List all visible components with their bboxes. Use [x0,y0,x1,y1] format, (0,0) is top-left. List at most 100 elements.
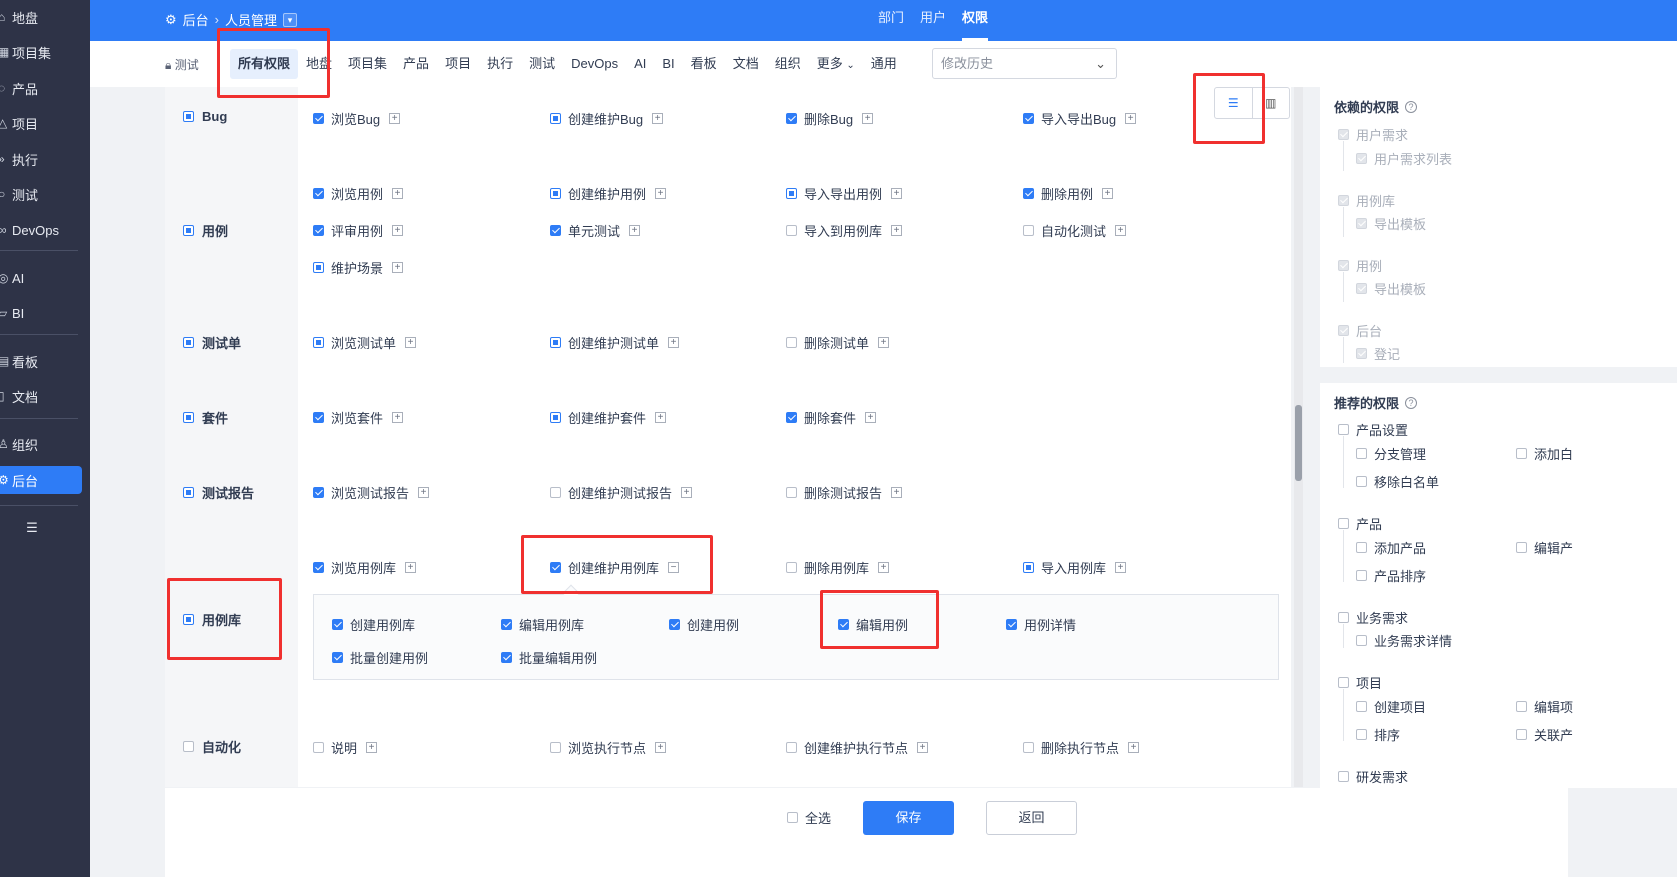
recommend-group[interactable]: 项目 [1338,673,1382,692]
perm-item[interactable]: 浏览执行节点 + [550,738,667,757]
perm-checkbox[interactable] [313,487,324,498]
category-checkbox[interactable] [183,741,194,752]
perm-checkbox[interactable] [786,225,797,236]
recommend-item[interactable]: 业务需求详情 [1356,631,1452,650]
perm-item[interactable]: 导入到用例库 + [786,221,903,240]
perm-checkbox[interactable] [1356,635,1367,646]
expand-plus-icon[interactable]: + [655,188,667,199]
perm-checkbox[interactable] [501,619,512,630]
recommend-item[interactable]: 编辑产 [1516,538,1573,557]
back-button[interactable]: 返回 [986,801,1077,835]
perm-item[interactable]: 删除套件 + [786,408,877,427]
category-automation[interactable]: 自动化 [183,737,241,756]
recommend-item[interactable]: 分支管理 [1356,444,1426,463]
expand-plus-icon[interactable]: + [366,742,378,753]
perm-item[interactable]: 浏览Bug + [313,109,401,128]
perm-checkbox[interactable] [1356,729,1367,740]
perm-checkbox[interactable] [1006,619,1017,630]
expand-plus-icon[interactable]: + [1102,188,1114,199]
perm-checkbox[interactable] [550,188,561,199]
recommend-item[interactable]: 产品排序 [1356,566,1426,585]
expand-plus-icon[interactable]: + [917,742,929,753]
perm-checkbox[interactable] [550,225,561,236]
perm-checkbox[interactable] [313,113,324,124]
expand-plus-icon[interactable]: + [1115,225,1127,236]
perm-checkbox[interactable] [786,188,797,199]
category-testtask[interactable]: 测试单 [183,333,241,352]
tab-permission[interactable]: 权限 [962,0,989,41]
perm-checkbox[interactable] [501,652,512,663]
expand-plus-icon[interactable]: + [668,337,680,348]
perm-checkbox[interactable] [550,487,561,498]
category-checkbox[interactable] [183,412,194,423]
sidebar-item-product[interactable]: ◌ 产品 [0,74,90,102]
expand-plus-icon[interactable]: + [652,113,664,124]
perm-item[interactable]: 浏览测试报告 + [313,483,430,502]
tab-kanban[interactable]: 看板 [683,49,725,79]
sidebar-item-project[interactable]: △ 项目 [0,109,90,137]
sidebar-item-bi[interactable]: ▱ BI [0,299,90,327]
perm-checkbox[interactable] [786,742,797,753]
sidebar-item-execution[interactable]: »执行 [0,145,90,173]
perm-checkbox[interactable] [1023,742,1034,753]
expand-plus-icon[interactable]: + [891,487,903,498]
perm-checkbox[interactable] [313,337,324,348]
expand-plus-icon[interactable]: + [405,337,417,348]
category-checkbox[interactable] [183,225,194,236]
perm-checkbox[interactable] [1338,677,1349,688]
tab-more[interactable]: 更多 ⌄ [809,49,863,79]
tab-execution[interactable]: 执行 [479,49,521,79]
sidebar-item-test[interactable]: ○ 测试 [0,180,90,208]
expand-plus-icon[interactable]: + [1128,742,1140,753]
perm-checkbox[interactable] [786,412,797,423]
sub-perm-item[interactable]: 创建用例 [669,615,739,634]
tab-general[interactable]: 通用 [863,49,905,79]
help-icon[interactable]: ? [1405,396,1418,409]
perm-checkbox[interactable] [1516,701,1527,712]
perm-checkbox[interactable] [313,412,324,423]
expand-plus-icon[interactable]: + [1125,113,1137,124]
perm-item[interactable]: 删除测试报告 + [786,483,903,502]
expand-plus-icon[interactable]: + [878,337,890,348]
tab-department[interactable]: 部门 [878,0,904,41]
recommend-item[interactable]: 移除白名单 [1356,472,1439,491]
perm-item[interactable]: 维护场景 + [313,258,404,277]
recommend-item[interactable]: 添加白 [1516,444,1573,463]
perm-checkbox[interactable] [332,619,343,630]
category-checkbox[interactable] [183,111,194,122]
recommend-item[interactable]: 创建项目 [1356,697,1426,716]
perm-item[interactable]: 导入导出Bug + [1023,109,1137,128]
perm-checkbox[interactable] [1023,562,1034,573]
sidebar-item-kanban[interactable]: ▤ 看板 [0,347,90,375]
perm-item[interactable]: 自动化测试 + [1023,221,1127,240]
tab-product[interactable]: 产品 [395,49,437,79]
perm-checkbox[interactable] [550,113,561,124]
select-all-checkbox[interactable] [787,812,798,823]
perm-checkbox[interactable] [1516,448,1527,459]
tab-org[interactable]: 组织 [767,49,809,79]
perm-checkbox[interactable] [1023,225,1034,236]
perm-checkbox[interactable] [313,188,324,199]
perm-checkbox[interactable] [313,562,324,573]
perm-item[interactable]: 删除用例库 + [786,558,890,577]
perm-item[interactable]: 删除用例 + [1023,184,1114,203]
perm-checkbox[interactable] [786,113,797,124]
recommend-group[interactable]: 产品 [1338,514,1382,533]
save-button[interactable]: 保存 [863,801,954,835]
perm-checkbox[interactable] [1356,542,1367,553]
sidebar-item-ai[interactable]: ◎ AI [0,264,90,292]
recommend-group[interactable]: 研发需求 [1338,767,1408,786]
history-select[interactable]: 修改历史 ⌄ [932,48,1117,79]
sidebar-item-admin[interactable]: ⚙ 后台 [0,466,82,494]
recommend-item[interactable]: 排序 [1356,725,1400,744]
category-bug[interactable]: Bug [183,109,227,124]
perm-checkbox[interactable] [1516,729,1527,740]
perm-checkbox[interactable] [550,412,561,423]
perm-checkbox[interactable] [1516,542,1527,553]
expand-plus-icon[interactable]: + [862,113,874,124]
perm-checkbox[interactable] [1356,448,1367,459]
perm-checkbox[interactable] [1023,113,1034,124]
tab-doc[interactable]: 文档 [725,49,767,79]
recommend-item[interactable]: 添加产品 [1356,538,1426,557]
sidebar-item-doc[interactable]: ▯ 文档 [0,382,90,410]
